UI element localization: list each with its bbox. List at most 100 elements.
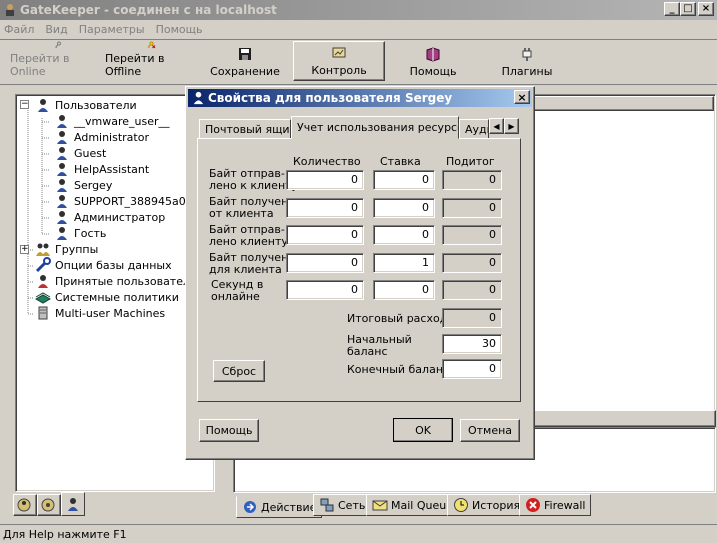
gear-icon [41,498,55,512]
menu-help[interactable]: Помощь [156,23,203,36]
minimize-button[interactable]: _ [664,2,680,16]
menu-file[interactable]: Файл [4,23,34,36]
key-icon [54,41,61,48]
accepted-user-icon [38,275,48,288]
column-rate: Ставка [380,155,421,168]
user-icon [57,195,67,208]
rate-field[interactable]: 0 [373,170,435,190]
reset-button[interactable]: Сброс [213,360,265,382]
start-balance-field[interactable]: 30 [442,334,502,354]
menu-parameters[interactable]: Параметры [79,23,145,36]
qty-field[interactable]: 0 [286,253,364,273]
cancel-button[interactable]: Отмена [460,419,520,442]
end-balance-label: Конечный баланс [347,363,450,376]
user-icon [193,91,204,105]
go-offline-button[interactable]: Перейти в Offline [105,41,197,81]
users-icon [38,99,48,112]
subtotal-field: 0 [442,170,502,190]
window-title-bar[interactable]: GateKeeper - соединен с на localhost [0,0,717,20]
rate-field[interactable]: 0 [373,225,435,245]
help-book-icon [426,47,440,62]
collapse-users-toggle[interactable]: − [20,100,29,109]
dialog-title: Свойства для пользователя Sergey [208,91,453,105]
settings-view-tab[interactable] [37,494,61,516]
control-button[interactable]: Контроль [293,41,385,81]
user-icon [57,163,67,176]
row-label-bytes-sent-client: Байт отправ- лено клиенту [209,223,288,248]
maximize-button[interactable]: □ [680,2,696,16]
plug-icon [522,48,532,61]
tree-groups[interactable]: Группы [35,241,98,257]
tree-user[interactable]: HelpAssistant [54,161,149,177]
policy-book-icon [35,292,51,304]
dialog-title-bar[interactable]: Свойства для пользователя Sergey [188,89,532,107]
tree-user[interactable]: Administrator [54,129,149,145]
total-expense-field: 0 [442,308,502,328]
help-button[interactable]: Помощь [199,419,259,442]
clock-icon [454,498,468,512]
end-balance-field[interactable]: 0 [442,359,502,379]
tab-history[interactable]: История [447,494,527,516]
column-subtotal: Подитог [446,155,495,168]
tab-audit[interactable]: Аудит [459,119,489,139]
user-view-tab[interactable] [61,492,85,516]
tree-multiuser-machines[interactable]: Multi-user Machines [35,305,165,321]
dialog-close-button[interactable]: × [514,90,530,104]
close-window-button[interactable]: × [698,2,714,16]
menu-view[interactable]: Вид [45,23,67,36]
tab-firewall[interactable]: Firewall [519,494,592,516]
tab-mail-queue[interactable]: Mail Queue [366,494,459,516]
rate-field[interactable]: 1 [373,253,435,273]
tab-action[interactable]: Действие [236,496,323,518]
qty-field[interactable]: 0 [286,198,364,218]
rate-field[interactable]: 0 [373,198,435,218]
tree-user[interactable]: Администратор [54,209,165,225]
qty-field[interactable]: 0 [286,280,364,300]
tab-scroll-right-button[interactable]: ▶ [504,118,519,134]
envelope-icon [372,500,388,511]
tree-user[interactable]: SUPPORT_388945a0 [54,193,186,209]
subtotal-field: 0 [442,280,502,300]
rate-field[interactable]: 0 [373,280,435,300]
tab-resource-accounting[interactable]: Учет использования ресурсов [291,116,459,139]
expand-groups-toggle[interactable]: + [20,245,29,254]
tree-user[interactable]: Гость [54,225,106,241]
floppy-disk-icon [239,48,251,60]
qty-field[interactable]: 0 [286,225,364,245]
start-balance-label: Начальный баланс [347,333,412,358]
user-icon [57,115,67,128]
qty-field[interactable]: 0 [286,170,364,190]
subtotal-field: 0 [442,225,502,245]
users-settings-icon [17,498,31,512]
tab-network[interactable]: Сеть [313,494,372,516]
tab-scroll-left-button[interactable]: ◀ [489,118,504,134]
firewall-stop-icon [526,498,540,512]
tab-mailbox[interactable]: Почтовый ящик [199,119,291,139]
tree-db-options[interactable]: Опции базы данных [35,257,172,273]
go-online-button[interactable]: Перейти в Online [10,41,105,81]
server-icon [38,306,48,320]
tree-user[interactable]: __vmware_user__ [54,113,170,129]
groups-icon [36,243,50,256]
network-icon [320,498,334,512]
subtotal-field: 0 [442,253,502,273]
row-label-seconds-online: Секунд в онлайне [211,278,264,303]
tree-accepted-users[interactable]: Принятые пользователи [35,273,197,289]
column-quantity: Количество [293,155,361,168]
user-icon [57,211,67,224]
action-icon [244,501,256,513]
window-title: GateKeeper - соединен с на localhost [20,3,277,17]
row-label-bytes-received-from-client: Байт получено от клиента [209,195,295,220]
users-view-tab[interactable] [13,494,37,516]
tree-user[interactable]: Guest [54,145,106,161]
tree-users[interactable]: Пользователи [35,97,137,113]
ok-button[interactable]: OK [393,418,453,442]
plugins-button[interactable]: Плагины [482,41,572,81]
monitor-chart-icon [332,47,346,58]
tree-system-policies[interactable]: Системные политики [35,289,179,305]
key-offline-icon [147,41,156,49]
help-toolbar-button[interactable]: Помощь [388,41,478,81]
user-icon [57,131,67,144]
save-button[interactable]: Сохранение [200,41,290,81]
tree-user[interactable]: Sergey [54,177,112,193]
